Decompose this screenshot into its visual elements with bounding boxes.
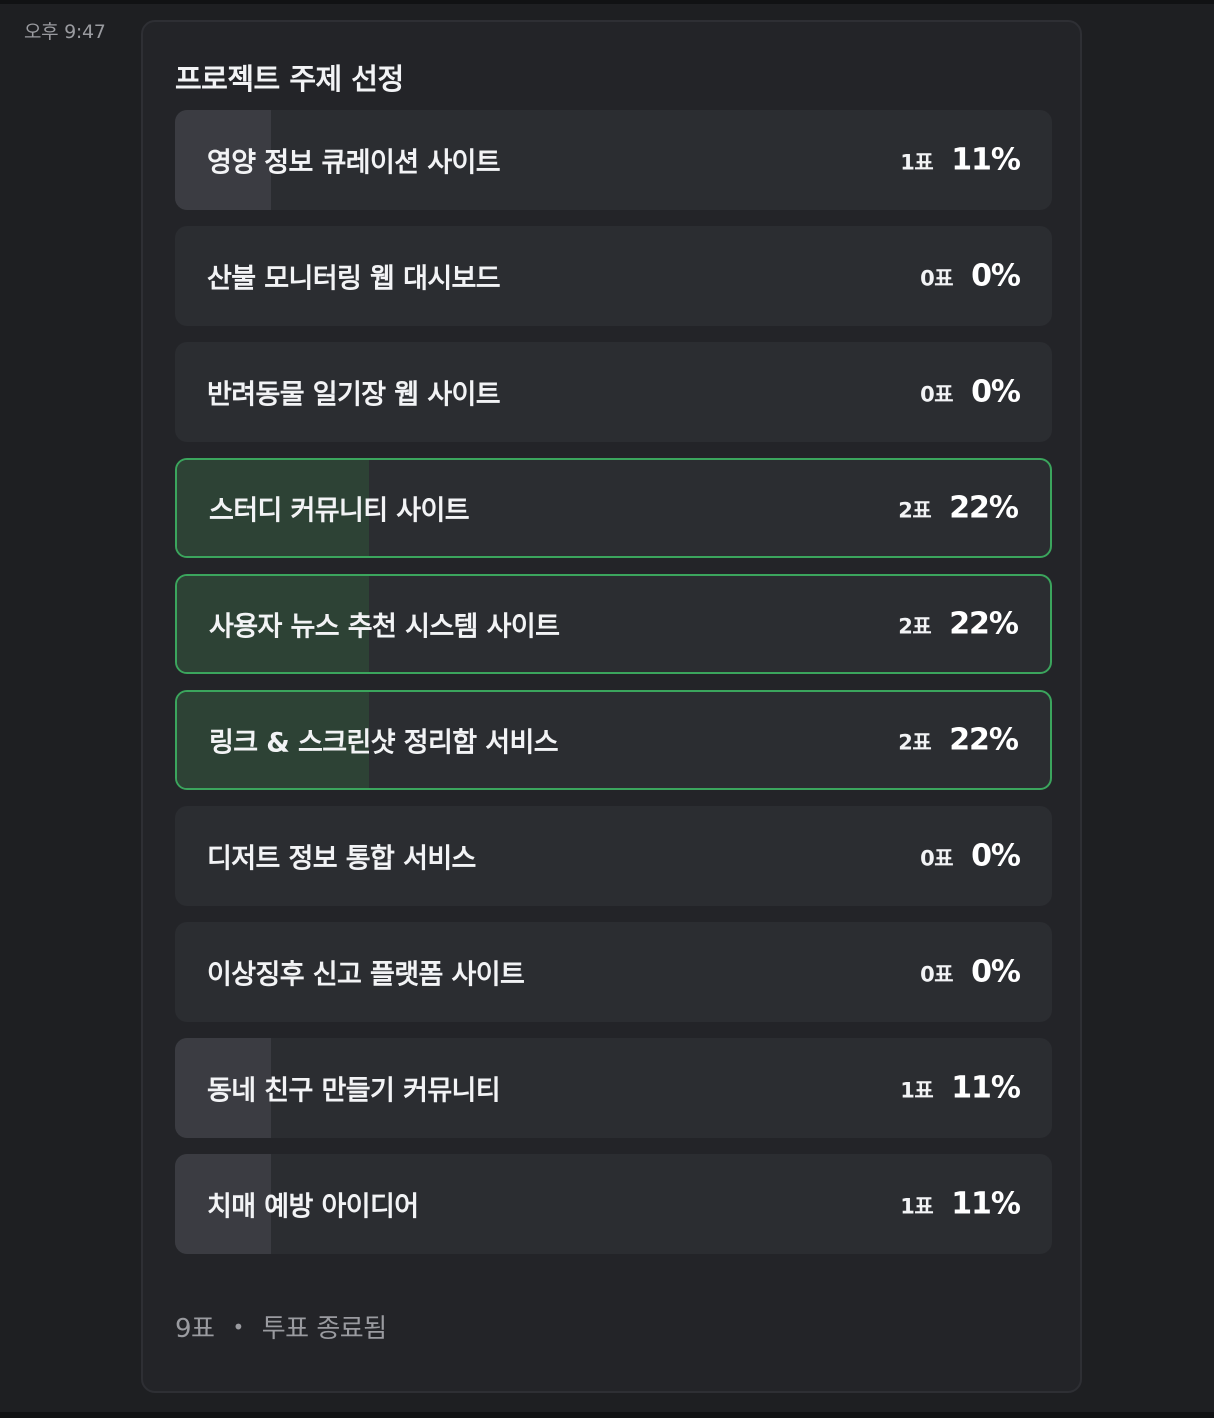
poll-option-result: 1표 11% bbox=[900, 142, 1021, 178]
poll-option[interactable]: 링크 & 스크린샷 정리함 서비스 2표 22% bbox=[175, 690, 1052, 790]
poll-option-label: 반려동물 일기장 웹 사이트 bbox=[207, 379, 501, 411]
poll-title: 프로젝트 주제 선정 bbox=[175, 62, 404, 96]
poll-option-votes: 1표 bbox=[900, 150, 934, 175]
poll-options: 영양 정보 큐레이션 사이트 1표 11% 산불 모니터링 웹 대시보드 0표 … bbox=[175, 110, 1052, 1270]
poll-option-percent: 0% bbox=[971, 954, 1021, 990]
poll-option-percent: 11% bbox=[951, 1186, 1021, 1222]
poll-option-votes: 1표 bbox=[900, 1194, 934, 1219]
poll-option-label: 사용자 뉴스 추천 시스템 사이트 bbox=[209, 611, 560, 643]
top-divider bbox=[0, 0, 1214, 4]
poll-option-label: 링크 & 스크린샷 정리함 서비스 bbox=[209, 727, 559, 759]
poll-card: 프로젝트 주제 선정 영양 정보 큐레이션 사이트 1표 11% 산불 모니터링… bbox=[141, 20, 1082, 1393]
poll-option-result: 0표 0% bbox=[920, 954, 1021, 990]
message-timestamp: 오후 9:47 bbox=[24, 21, 106, 43]
poll-status: 투표 종료됨 bbox=[261, 1314, 387, 1344]
poll-option-result: 0표 0% bbox=[920, 258, 1021, 294]
poll-option[interactable]: 산불 모니터링 웹 대시보드 0표 0% bbox=[175, 226, 1052, 326]
poll-option-label: 치매 예방 아이디어 bbox=[207, 1191, 419, 1223]
poll-option[interactable]: 스터디 커뮤니티 사이트 2표 22% bbox=[175, 458, 1052, 558]
poll-option-label: 이상징후 신고 플랫폼 사이트 bbox=[207, 959, 525, 991]
poll-option-votes: 1표 bbox=[900, 1078, 934, 1103]
poll-option-percent: 22% bbox=[949, 490, 1019, 526]
separator-dot: • bbox=[232, 1314, 244, 1339]
poll-option-label: 동네 친구 만들기 커뮤니티 bbox=[207, 1075, 501, 1107]
poll-option-percent: 22% bbox=[949, 606, 1019, 642]
poll-option[interactable]: 치매 예방 아이디어 1표 11% bbox=[175, 1154, 1052, 1254]
poll-option-votes: 2표 bbox=[898, 498, 932, 523]
poll-option-percent: 0% bbox=[971, 258, 1021, 294]
poll-option-percent: 0% bbox=[971, 838, 1021, 874]
poll-footer: 9표 • 투표 종료됨 bbox=[175, 1308, 387, 1345]
poll-option-votes: 0표 bbox=[920, 846, 954, 871]
poll-option[interactable]: 반려동물 일기장 웹 사이트 0표 0% bbox=[175, 342, 1052, 442]
poll-option-percent: 11% bbox=[951, 142, 1021, 178]
poll-option-votes: 0표 bbox=[920, 382, 954, 407]
poll-option-percent: 0% bbox=[971, 374, 1021, 410]
poll-option-label: 스터디 커뮤니티 사이트 bbox=[209, 495, 470, 527]
poll-option-result: 0표 0% bbox=[920, 374, 1021, 410]
bottom-divider bbox=[0, 1412, 1214, 1418]
poll-option-result: 2표 22% bbox=[898, 722, 1019, 758]
poll-option-votes: 2표 bbox=[898, 730, 932, 755]
poll-option-votes: 0표 bbox=[920, 266, 954, 291]
poll-option-result: 0표 0% bbox=[920, 838, 1021, 874]
poll-option-label: 산불 모니터링 웹 대시보드 bbox=[207, 263, 501, 295]
poll-total-votes: 9표 bbox=[175, 1314, 215, 1344]
poll-option[interactable]: 이상징후 신고 플랫폼 사이트 0표 0% bbox=[175, 922, 1052, 1022]
poll-option[interactable]: 동네 친구 만들기 커뮤니티 1표 11% bbox=[175, 1038, 1052, 1138]
poll-option-label: 영양 정보 큐레이션 사이트 bbox=[207, 147, 501, 179]
poll-option-percent: 11% bbox=[951, 1070, 1021, 1106]
poll-option-votes: 0표 bbox=[920, 962, 954, 987]
poll-option[interactable]: 사용자 뉴스 추천 시스템 사이트 2표 22% bbox=[175, 574, 1052, 674]
poll-option[interactable]: 디저트 정보 통합 서비스 0표 0% bbox=[175, 806, 1052, 906]
poll-option-result: 1표 11% bbox=[900, 1070, 1021, 1106]
poll-option-result: 2표 22% bbox=[898, 606, 1019, 642]
poll-option-votes: 2표 bbox=[898, 614, 932, 639]
poll-option-result: 1표 11% bbox=[900, 1186, 1021, 1222]
poll-option[interactable]: 영양 정보 큐레이션 사이트 1표 11% bbox=[175, 110, 1052, 210]
poll-option-percent: 22% bbox=[949, 722, 1019, 758]
poll-option-result: 2표 22% bbox=[898, 490, 1019, 526]
poll-option-label: 디저트 정보 통합 서비스 bbox=[207, 843, 476, 875]
